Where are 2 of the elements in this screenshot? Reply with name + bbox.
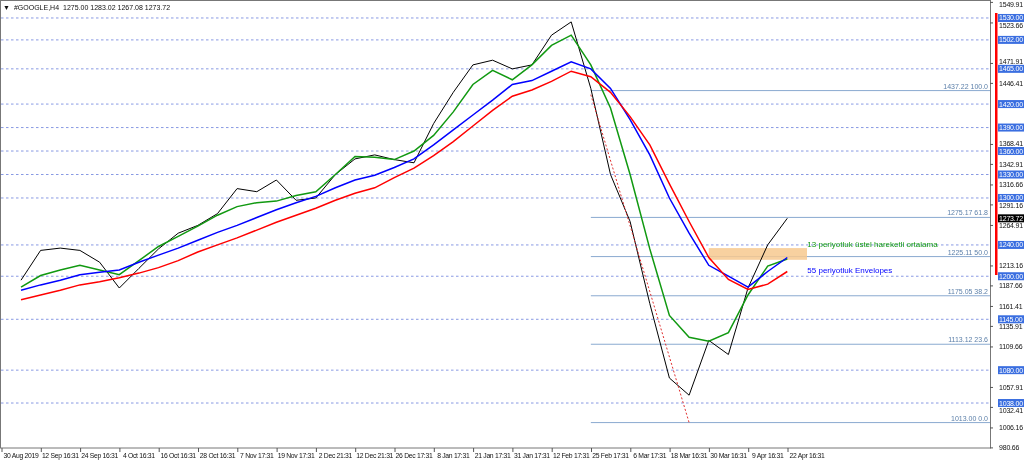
indicator-label: 13 periyotluk üstel hareketli ortalama xyxy=(807,240,938,250)
indicator-label: 55 periyotluk Envelopes xyxy=(807,266,893,276)
